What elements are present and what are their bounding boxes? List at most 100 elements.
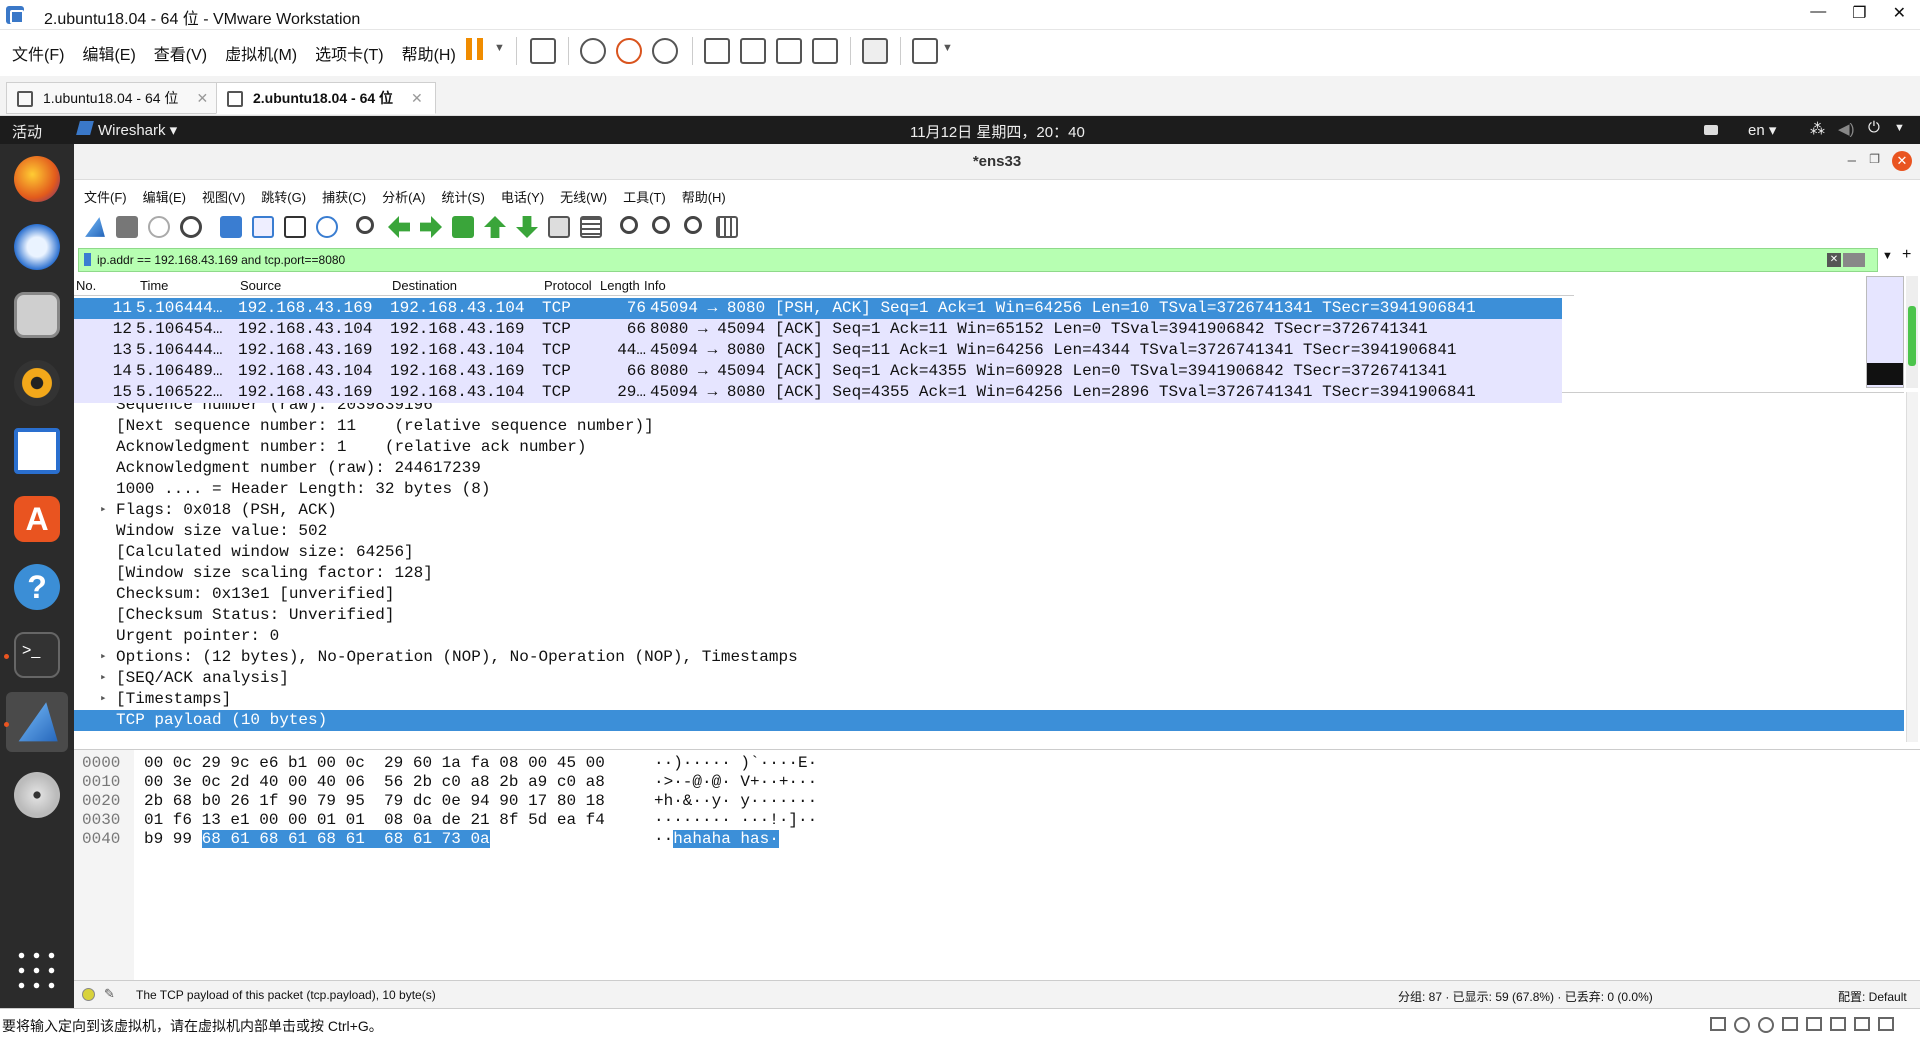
expand-arrow-icon[interactable]: ▸ [100,647,107,668]
sound-icon[interactable] [1830,1017,1846,1031]
detail-line[interactable]: [Checksum Status: Unverified] [74,605,1904,626]
printer-icon[interactable] [1854,1017,1870,1031]
menu-view[interactable]: 查看(V) [154,41,207,65]
usb-icon[interactable] [1806,1017,1822,1031]
find-packet-icon[interactable] [356,216,374,234]
menu-edit[interactable]: 编辑(E) [82,41,135,65]
maximize-icon[interactable]: ❐ [1852,3,1866,23]
ws-menu-file[interactable]: 文件(F) [84,187,127,206]
software-icon[interactable]: A [14,496,60,542]
cd-icon-2[interactable] [1758,1017,1774,1033]
close-icon[interactable]: ✕ [1892,151,1912,171]
detail-line[interactable]: ▸ Flags: 0x018 (PSH, ACK) [74,500,1904,521]
menu-vm[interactable]: 虚拟机(M) [225,41,297,65]
ws-menu-tools[interactable]: 工具(T) [623,187,666,206]
maximize-icon[interactable]: ❐ [1869,152,1880,166]
byte-hex[interactable]: b9 99 68 61 68 61 68 61 68 61 73 0a [144,830,490,849]
reload-icon[interactable] [316,216,338,238]
col-no[interactable]: No. [76,278,96,293]
packet-row[interactable]: 11 5.106444… 192.168.43.169 192.168.43.104 T… [74,298,1562,319]
col-source[interactable]: Source [240,278,281,293]
go-back-icon[interactable] [388,216,410,238]
packet-row[interactable]: 13 5.106444… 192.168.43.169 192.168.43.104 T… [74,340,1562,361]
open-file-icon[interactable] [220,216,242,238]
detail-line[interactable]: Urgent pointer: 0 [74,626,1904,647]
send-ctrl-alt-del-icon[interactable] [530,38,556,64]
byte-hex[interactable]: 2b 68 b0 26 1f 90 79 95 79 dc 0e 94 90 1… [144,792,605,811]
sidebar-toggle-icon[interactable] [704,38,730,64]
vm-tab-1[interactable]: 1.ubuntu18.04 - 64 位 ✕ [6,82,222,114]
ws-menu-go[interactable]: 跳转(G) [261,187,306,206]
col-time[interactable]: Time [140,278,168,293]
fullscreen-icon[interactable] [776,38,802,64]
menu-help[interactable]: 帮助(H) [402,41,456,65]
chevron-down-icon[interactable]: ▼ [1894,122,1905,134]
cd-icon[interactable] [1734,1017,1750,1033]
close-tab-icon[interactable]: ✕ [196,90,208,107]
power-icon[interactable]: ⏻ [1868,119,1880,136]
autoscroll-icon[interactable] [548,216,570,238]
capture-options-icon[interactable] [180,216,202,238]
detail-line[interactable]: TCP payload (10 bytes) [74,710,1904,731]
firefox-icon[interactable] [14,156,60,202]
pause-icon[interactable] [466,38,472,60]
start-capture-icon[interactable] [85,217,105,237]
terminal-icon[interactable]: >_ [14,632,60,678]
ws-menu-telephony[interactable]: 电话(Y) [501,187,544,206]
go-forward-icon[interactable] [420,216,442,238]
clear-filter-icon[interactable]: ✕ [1827,253,1841,267]
activities-button[interactable]: 活动 [12,121,42,142]
keyboard-icon[interactable] [1704,125,1718,135]
hdd-icon[interactable] [1710,1017,1726,1031]
go-to-packet-icon[interactable] [452,216,474,238]
byte-ascii[interactable]: ··)····· )`····E· [654,754,817,773]
ws-menu-help[interactable]: 帮助(H) [682,187,726,206]
byte-ascii[interactable]: +h·&··y· y······· [654,792,817,811]
ws-menu-edit[interactable]: 编辑(E) [143,187,186,206]
help-icon[interactable]: ? [14,564,60,610]
close-file-icon[interactable] [284,216,306,238]
files-icon[interactable] [14,292,60,338]
detail-line[interactable]: Checksum: 0x13e1 [unverified] [74,584,1904,605]
detail-line[interactable]: Acknowledgment number: 1 (relative ack n… [74,437,1904,458]
byte-hex[interactable]: 00 3e 0c 2d 40 00 40 06 56 2b c0 a8 2b a… [144,773,605,792]
snapshot-manager-icon[interactable] [652,38,678,64]
zoom-out-icon[interactable] [652,216,670,234]
language-menu[interactable]: en ▾ [1748,121,1776,139]
chevron-down-icon[interactable]: ▼ [494,42,505,54]
ws-menu-view[interactable]: 视图(V) [202,187,245,206]
menu-file[interactable]: 文件(F) [12,41,64,65]
detail-line[interactable]: 1000 .... = Header Length: 32 bytes (8) [74,479,1904,500]
thunderbird-icon[interactable] [14,224,60,270]
app-menu[interactable]: Wireshark ▾ [98,121,177,139]
stop-capture-icon[interactable] [116,216,138,238]
status-profile[interactable]: 配置: Default [1838,988,1907,1005]
writer-icon[interactable] [14,428,60,474]
vm-tab-2[interactable]: 2.ubuntu18.04 - 64 位 ✕ [216,82,436,114]
zoom-reset-icon[interactable] [684,216,702,234]
last-packet-icon[interactable] [516,216,538,238]
filter-history-icon[interactable]: ▼ [1882,250,1893,262]
console-view-icon[interactable] [862,38,888,64]
detail-line[interactable]: ▸ Options: (12 bytes), No-Operation (NOP)… [74,647,1904,668]
network-adapter-icon[interactable] [1782,1017,1798,1031]
packet-list-scrollbar[interactable] [1906,276,1918,388]
ws-menu-statistics[interactable]: 统计(S) [441,187,484,206]
detail-line[interactable]: Window size value: 502 [74,521,1904,542]
minimize-icon[interactable]: – [1848,152,1856,169]
col-destination[interactable]: Destination [392,278,457,293]
close-icon[interactable]: ✕ [1893,3,1906,23]
stretch-icon[interactable] [912,38,938,64]
col-length[interactable]: Length [600,278,640,293]
detail-line[interactable]: ▸ [Timestamps] [74,689,1904,710]
byte-ascii[interactable]: ··hahaha has· [654,830,779,849]
save-file-icon[interactable] [252,216,274,238]
apply-filter-icon[interactable] [1843,253,1865,267]
col-protocol[interactable]: Protocol [544,278,592,293]
details-scrollbar[interactable] [1906,392,1918,742]
close-tab-icon[interactable]: ✕ [411,90,423,107]
menu-tabs[interactable]: 选项卡(T) [315,41,383,65]
ws-menu-analyze[interactable]: 分析(A) [382,187,425,206]
expand-arrow-icon[interactable]: ▸ [100,689,107,710]
colorize-icon[interactable] [580,216,602,238]
